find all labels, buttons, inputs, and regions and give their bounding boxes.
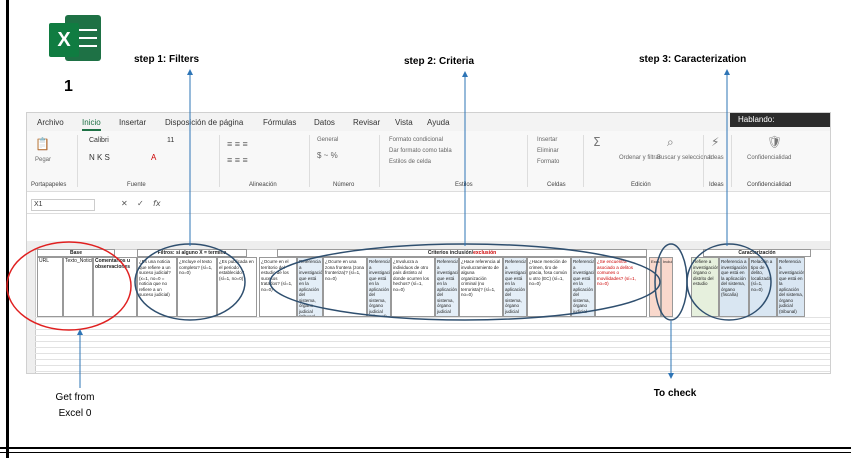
- base-header: Base: [37, 249, 115, 257]
- group-fuente: Fuente: [127, 182, 146, 188]
- ideas-button[interactable]: Ideas: [709, 155, 724, 161]
- group-numero: Número: [333, 182, 355, 188]
- tab-ayuda[interactable]: Ayuda: [427, 118, 450, 127]
- col-filter-1: ¿Es una noticia que refiere a un suceso …: [137, 257, 177, 317]
- paste-button[interactable]: Pegar: [35, 157, 51, 163]
- group-alineacion: Alineación: [249, 182, 277, 188]
- col-criteria-1: ¿Ocurre en el territorio del estudio de …: [259, 257, 297, 317]
- excel-logo-letter: X: [49, 23, 79, 57]
- tab-inicio[interactable]: Inicio: [82, 118, 101, 131]
- logo-number: 1: [64, 78, 73, 95]
- tab-insertar[interactable]: Insertar: [119, 118, 146, 127]
- confidentiality-button[interactable]: Confidencialidad: [747, 155, 791, 161]
- col-criteria-9: ¿Hace mención de crimen, tiro de gracia,…: [527, 257, 571, 317]
- bottom-border-thin: [0, 452, 851, 453]
- number-format-select[interactable]: General: [317, 137, 338, 143]
- col-car-4: Referencia a investigación que está en l…: [777, 257, 805, 317]
- col-filter-2: ¿Incluye el texto completo? (sí=1, no=0): [177, 257, 217, 317]
- sort-button[interactable]: Ordenar y filtrar: [619, 155, 661, 161]
- sum-icon[interactable]: Σ: [593, 135, 601, 149]
- function-icon[interactable]: fx: [153, 199, 161, 208]
- get-from-note: Get from Excel 0: [40, 390, 110, 422]
- find-button[interactable]: Buscar y seleccionar: [657, 155, 712, 161]
- col-criteria-8: Referencia a investigación que está en l…: [503, 257, 527, 317]
- spreadsheet: Base Filtros: si alguno X = termina Crit…: [27, 241, 830, 373]
- col-texto: Texto_Noticia: [63, 257, 93, 317]
- ribbon-tabs: Archivo Inicio Insertar Disposición de p…: [27, 113, 830, 131]
- col-excluido: Excluido: [649, 257, 661, 317]
- col-criteria-4: Referencia a investigación que está en l…: [367, 257, 391, 317]
- currency-icon[interactable]: $ ~ %: [317, 151, 338, 160]
- format-button[interactable]: Formato: [537, 159, 559, 165]
- group-confidencialidad: Confidencialidad: [747, 182, 792, 188]
- col-incluido: Incluido: [661, 257, 673, 317]
- tab-vista[interactable]: Vista: [395, 118, 413, 127]
- criteria-header-red: exclusión: [473, 250, 497, 256]
- delete-button[interactable]: Eliminar: [537, 148, 559, 154]
- step-criteria-label: step 2: Criteria: [404, 56, 475, 67]
- excel-logo-icon: X: [47, 13, 103, 65]
- formula-bar: X1 ✕ ✓ fx: [27, 195, 830, 214]
- align-icon[interactable]: ≡ ≡ ≡: [227, 139, 248, 149]
- col-criteria-5: ¿Involucra a individuos de otro país dis…: [391, 257, 435, 317]
- paste-icon[interactable]: 📋: [35, 137, 50, 151]
- table-format-button[interactable]: Dar formato como tabla: [389, 148, 452, 154]
- align-icon-2[interactable]: ≡ ≡ ≡: [227, 155, 248, 165]
- speaking-indicator: Hablando:: [730, 113, 830, 127]
- cond-format-button[interactable]: Formato condicional: [389, 137, 443, 143]
- col-car-2: Referencia a investigación que está en l…: [719, 257, 749, 317]
- group-portapapeles: Portapapeles: [31, 182, 67, 188]
- col-url: URL: [37, 257, 63, 317]
- get-from-line1: Get from: [55, 392, 95, 403]
- col-criteria-6: Referencia a investigación que está en l…: [435, 257, 459, 317]
- ideas-icon[interactable]: ⚡: [711, 135, 719, 149]
- criteria-header-black: Criterios inclusión/: [427, 250, 474, 256]
- group-celdas: Celdas: [547, 182, 566, 188]
- left-border: [6, 0, 9, 458]
- excel-window: Archivo Inicio Insertar Disposición de p…: [26, 112, 831, 374]
- group-estilos: Estilos: [455, 182, 473, 188]
- font-color-icon[interactable]: A: [151, 153, 156, 162]
- col-criteria-3: ¿Ocurre en una zona frontera (zona front…: [323, 257, 367, 317]
- tab-archivo[interactable]: Archivo: [37, 118, 64, 127]
- get-from-line2: Excel 0: [58, 408, 92, 419]
- criteria-header: Criterios inclusión/exclusión: [277, 249, 647, 257]
- confidentiality-icon[interactable]: 🛡: [767, 135, 782, 149]
- name-box[interactable]: X1: [31, 199, 95, 211]
- tab-disposicion[interactable]: Disposición de página: [165, 118, 243, 127]
- font-name-select[interactable]: Calibri: [89, 137, 109, 144]
- caracterization-header: Caracterización: [703, 249, 811, 257]
- insert-button[interactable]: Insertar: [537, 137, 557, 143]
- font-size-select[interactable]: 11: [167, 137, 174, 144]
- col-criteria-7: ¿Hace referencia al involucramiento de a…: [459, 257, 503, 317]
- col-criteria-2: Referencia a investigación que está en l…: [297, 257, 323, 317]
- tab-formulas[interactable]: Fórmulas: [263, 118, 296, 127]
- col-car-1: Refiere a investigación, órgano o distri…: [691, 257, 719, 317]
- bold-italic-underline[interactable]: N K S: [89, 153, 110, 162]
- sheet-gridlines: [35, 317, 830, 373]
- group-ideas: Ideas: [709, 182, 724, 188]
- filters-header: Filtros: si alguno X = termina: [137, 249, 247, 257]
- search-icon[interactable]: ⌕: [667, 135, 674, 150]
- col-filter-3: ¿Es publicada en el periodo establecido?…: [217, 257, 257, 317]
- tab-datos[interactable]: Datos: [314, 118, 335, 127]
- to-check-note: To check: [653, 388, 697, 399]
- col-criteria-11: ¿Se encuentra asociado a delitos comunes…: [595, 257, 647, 317]
- col-comentarios: Comentarios u observaciones: [93, 257, 137, 317]
- cancel-icon[interactable]: ✕: [121, 199, 128, 208]
- ribbon: 📋 Pegar Calibri 11 N K S A ≡ ≡ ≡ ≡ ≡ ≡ G…: [27, 131, 830, 192]
- tab-revisar[interactable]: Revisar: [353, 118, 380, 127]
- col-criteria-10: Referencia a investigación que está en l…: [571, 257, 595, 317]
- slide: X 1 step 1: Filters step 2: Criteria ste…: [0, 0, 851, 458]
- confirm-icon[interactable]: ✓: [137, 199, 144, 208]
- cell-styles-button[interactable]: Estilos de celda: [389, 159, 431, 165]
- bottom-border: [0, 447, 851, 449]
- step-caracterization-label: step 3: Caracterization: [639, 54, 747, 65]
- step-filters-label: step 1: Filters: [134, 54, 200, 65]
- group-edicion: Edición: [631, 182, 651, 188]
- col-car-3: Relación a tipo de delito, localizada (s…: [749, 257, 777, 317]
